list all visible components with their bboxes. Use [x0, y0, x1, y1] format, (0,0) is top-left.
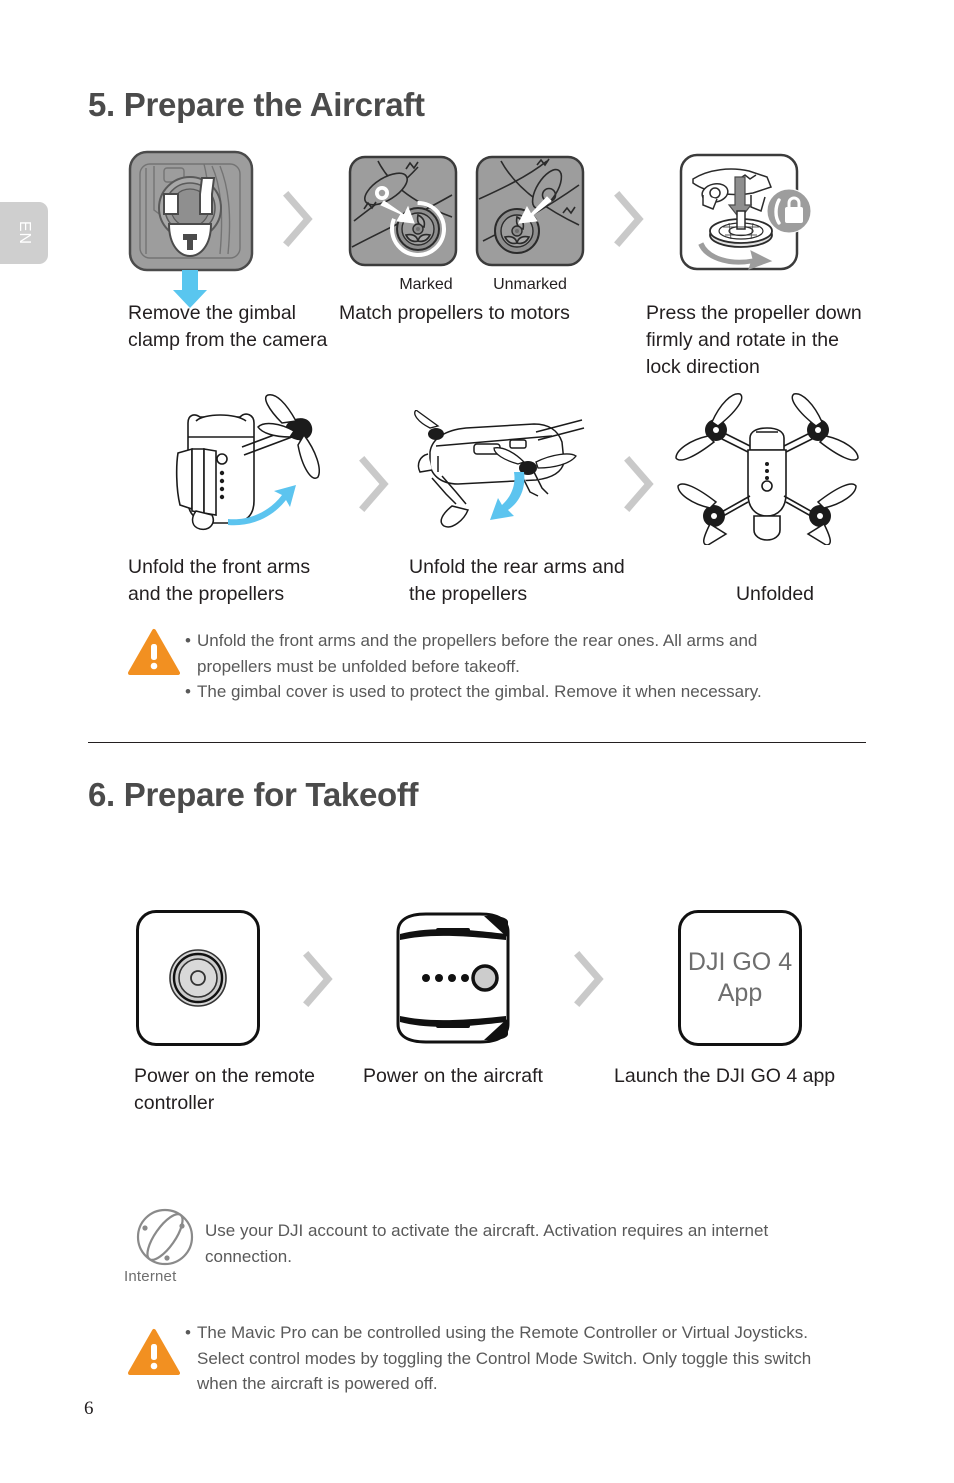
- unmarked-propeller-motor-icon: [475, 155, 585, 267]
- warning-bullet: • Unfold the front arms and the propelle…: [185, 628, 825, 679]
- bullet-dot-icon: •: [185, 631, 191, 650]
- language-tab-label: EN: [15, 220, 33, 246]
- caption-remove-gimbal-clamp: Remove the gimbal clamp from the camera: [128, 302, 328, 351]
- aircraft-battery-power-button-icon: [388, 910, 518, 1046]
- caption-power-on-remote: Power on the remote controller: [134, 1065, 316, 1114]
- caption-match-propellers: Match propellers to motors: [339, 302, 570, 324]
- propeller-lock-rotate-icon: [679, 153, 819, 271]
- unfold-front-arms-icon: [170, 393, 340, 533]
- caption-unfolded: Unfolded: [735, 583, 815, 605]
- marked-propeller-motor-icon: [348, 155, 458, 267]
- chevron-right-icon-6: [573, 950, 607, 1008]
- chevron-right-icon-4: [623, 455, 657, 513]
- dji-go-4-app-icon[interactable]: DJI GO 4 App: [678, 910, 802, 1046]
- page-number: 6: [84, 1398, 94, 1419]
- caption-press-propeller: Press the propeller down firmly and rota…: [646, 302, 862, 378]
- remote-controller-power-button-icon: [136, 910, 260, 1046]
- internet-note-label: Internet: [124, 1268, 177, 1285]
- warning-bullet-text: The Mavic Pro can be controlled using th…: [197, 1323, 812, 1393]
- internet-note: [132, 1206, 198, 1273]
- manual-page: EN 5. Prepare the Aircraft Marked Unmark…: [0, 0, 954, 1483]
- app-name-line2: App: [717, 979, 763, 1007]
- bullet-dot-icon: •: [185, 682, 191, 701]
- warning-bullet-text: The gimbal cover is used to protect the …: [197, 682, 762, 701]
- caption-launch-app: Launch the DJI GO 4 app: [614, 1065, 836, 1087]
- warning-note-takeoff-text: • The Mavic Pro can be controlled using …: [185, 1320, 855, 1397]
- chevron-right-icon-2: [613, 190, 647, 248]
- caption-unfold-rear-arms: Unfold the rear arms and the propellers: [409, 556, 625, 605]
- internet-note-text: Use your DJI account to activate the air…: [205, 1221, 769, 1266]
- chevron-right-icon-5: [302, 950, 336, 1008]
- bullet-dot-icon: •: [185, 1323, 191, 1342]
- lock-badge-icon: [766, 188, 812, 234]
- warning-note-takeoff: [128, 1328, 180, 1381]
- caption-power-on-aircraft: Power on the aircraft: [363, 1065, 543, 1087]
- internet-globe-icon: [136, 1208, 194, 1266]
- unfold-rear-arms-icon: [412, 410, 602, 530]
- app-name-line1: DJI GO 4: [687, 948, 793, 976]
- chevron-right-icon-3: [358, 455, 392, 513]
- section-title-prepare-takeoff: 6. Prepare for Takeoff: [88, 776, 419, 813]
- section-title-prepare-aircraft: 5. Prepare the Aircraft: [88, 86, 425, 123]
- warning-bullet: • The Mavic Pro can be controlled using …: [185, 1320, 855, 1397]
- warning-note-aircraft: [128, 628, 180, 681]
- sublabel-unmarked: Unmarked: [493, 276, 567, 293]
- gimbal-clamp-removal-icon: [128, 150, 254, 310]
- section-divider: [88, 742, 866, 743]
- chevron-right-icon-1: [282, 190, 316, 248]
- warning-triangle-icon: [128, 629, 180, 675]
- warning-triangle-icon: [128, 1329, 180, 1375]
- sublabel-marked: Marked: [399, 276, 453, 293]
- unfolded-aircraft-icon: [672, 390, 862, 545]
- warning-note-aircraft-text: • Unfold the front arms and the propelle…: [185, 628, 825, 705]
- caption-unfold-front-arms: Unfold the front arms and the propellers: [128, 556, 311, 605]
- language-tab-en[interactable]: EN: [0, 202, 48, 264]
- warning-bullet-text: Unfold the front arms and the propellers…: [197, 631, 758, 676]
- warning-bullet: • The gimbal cover is used to protect th…: [185, 679, 825, 705]
